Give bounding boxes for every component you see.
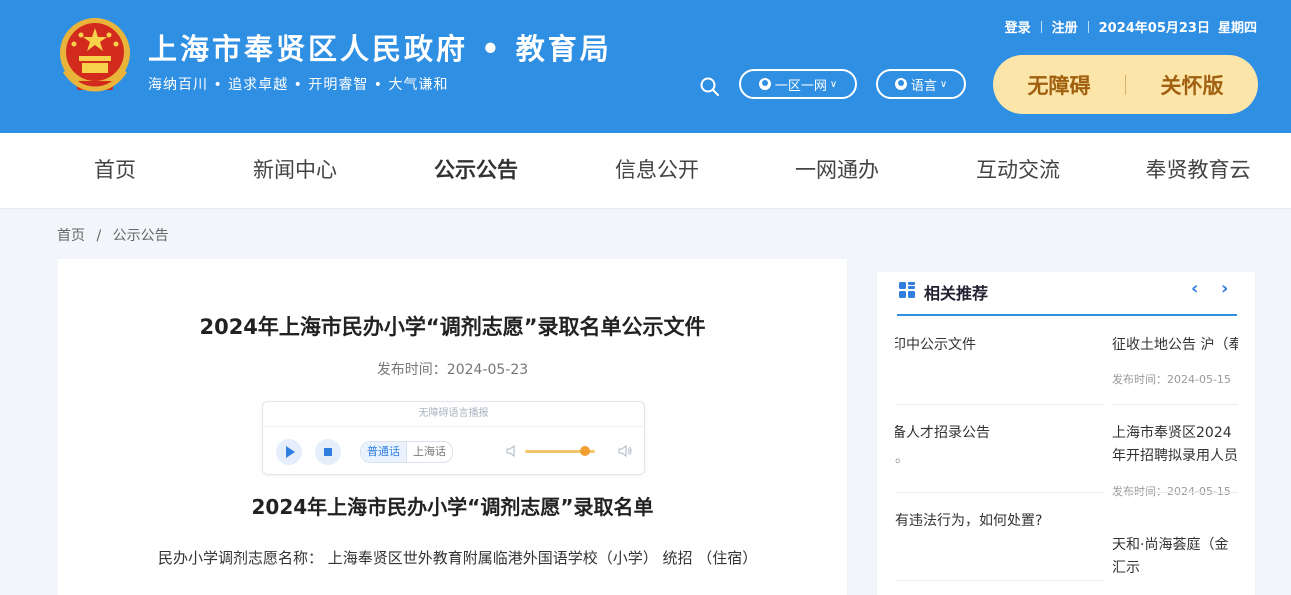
related-item[interactable]: 征收土地公告 沪（奉: [1112, 334, 1238, 357]
nav-item-announcements[interactable]: 公示公告: [434, 133, 518, 208]
current-date: 2024年05月23日: [1098, 21, 1210, 36]
nav-item-education-cloud[interactable]: 奉贤教育云: [1146, 133, 1251, 208]
divider: [1040, 20, 1042, 33]
nav-item-home[interactable]: 首页: [94, 133, 136, 208]
sidebar-title-underline: [897, 314, 1237, 316]
related-recommendations: 相关推荐 ‹ › 印中公示文件 备人才招录公告 。 有违法行为，如何处置? 征收…: [877, 272, 1255, 595]
national-emblem-icon: [60, 18, 130, 92]
breadcrumb-current[interactable]: 公示公告: [113, 228, 169, 244]
article-body: 民办小学调剂志愿名称： 上海奉贤区世外教育附属临港外国语学校（小学） 统招 （住…: [158, 549, 758, 567]
divider: [1112, 492, 1238, 493]
related-item[interactable]: 上海市奉贤区2024年开招聘拟录用人员名: [1112, 422, 1238, 468]
grid-icon: [899, 282, 915, 298]
globe-icon: [894, 78, 907, 90]
breadcrumb: 首页 / 公示公告: [57, 225, 169, 245]
chevron-down-icon: ∨: [829, 78, 838, 90]
related-item[interactable]: 印中公示文件: [895, 334, 1112, 357]
related-item-date: 发布时间：2024-05-15: [1112, 485, 1231, 498]
nav-item-info-disclosure[interactable]: 信息公开: [615, 133, 699, 208]
breadcrumb-separator: /: [96, 228, 102, 244]
publish-time: 发布时间：2024-05-23: [376, 362, 529, 378]
site-slogan: 海纳百川 • 追求卓越 • 开明睿智 • 大气谦和: [148, 77, 449, 93]
play-button[interactable]: [276, 439, 302, 465]
search-icon[interactable]: [699, 76, 721, 98]
stop-button[interactable]: [315, 439, 341, 465]
site-header: 上海市奉贤区人民政府 • 教育局 海纳百川 • 追求卓越 • 开明睿智 • 大气…: [0, 0, 1291, 133]
dialect-switch: 普通话 上海话: [360, 441, 453, 463]
nav-item-interaction[interactable]: 互动交流: [976, 133, 1060, 208]
main-nav: 首页 新闻中心 公示公告 信息公开 一网通办 互动交流 奉贤教育云: [0, 133, 1291, 209]
divider: [1112, 404, 1238, 405]
divider: [895, 404, 1105, 405]
chevron-left-icon[interactable]: ‹: [1191, 278, 1198, 299]
article-title: 2024年上海市民办小学“调剂志愿”录取名单公示文件: [199, 315, 706, 339]
language-dropdown[interactable]: 语言 ∨: [876, 69, 966, 99]
one-district-dropdown[interactable]: 一区一网 ∨: [739, 69, 857, 99]
related-item[interactable]: 天和·尚海荟庭（金汇示: [1112, 534, 1238, 580]
register-link[interactable]: 注册: [1052, 17, 1078, 36]
elderly-mode-button[interactable]: 关怀版: [1126, 70, 1258, 100]
top-links: 登录 注册 2024年05月23日 星期四: [1005, 17, 1257, 36]
chevron-down-icon: ∨: [939, 78, 948, 90]
volume-high-icon: [618, 444, 632, 458]
breadcrumb-home[interactable]: 首页: [57, 228, 85, 244]
divider: [895, 492, 1105, 493]
language-label: 语言: [910, 78, 937, 94]
accessibility-button[interactable]: 无障碍: [993, 70, 1125, 100]
shanghainese-option[interactable]: 上海话: [406, 442, 452, 462]
login-link[interactable]: 登录: [1005, 17, 1031, 36]
volume-slider-knob[interactable]: [579, 446, 590, 456]
divider: [1087, 20, 1089, 33]
volume-low-icon: [506, 444, 515, 458]
sidebar-title: 相关推荐: [924, 284, 989, 303]
globe-icon: [758, 78, 771, 90]
audio-player: 无障碍语言播报 普通话 上海话: [262, 401, 645, 475]
related-item[interactable]: 有违法行为，如何处置?: [895, 510, 1112, 533]
current-weekday: 星期四: [1217, 21, 1257, 36]
mandarin-option[interactable]: 普通话: [361, 442, 406, 462]
related-item[interactable]: 备人才招录公告: [895, 422, 1112, 445]
accessibility-bar: 无障碍 关怀版: [993, 55, 1258, 114]
article-panel: 2024年上海市民办小学“调剂志愿”录取名单公示文件 发布时间：2024-05-…: [58, 259, 847, 595]
site-title[interactable]: 上海市奉贤区人民政府 • 教育局: [148, 26, 612, 68]
one-district-label: 一区一网: [774, 78, 827, 94]
related-item-continuation: 。: [895, 450, 909, 466]
player-label: 无障碍语言播报: [263, 402, 644, 427]
nav-item-news[interactable]: 新闻中心: [253, 133, 337, 208]
related-item-date: 发布时间：2024-05-15: [1112, 373, 1231, 386]
chevron-right-icon[interactable]: ›: [1221, 278, 1228, 299]
nav-item-online-services[interactable]: 一网通办: [795, 133, 879, 208]
article-subtitle: 2024年上海市民办小学“调剂志愿”录取名单: [251, 495, 654, 519]
divider: [895, 580, 1105, 581]
